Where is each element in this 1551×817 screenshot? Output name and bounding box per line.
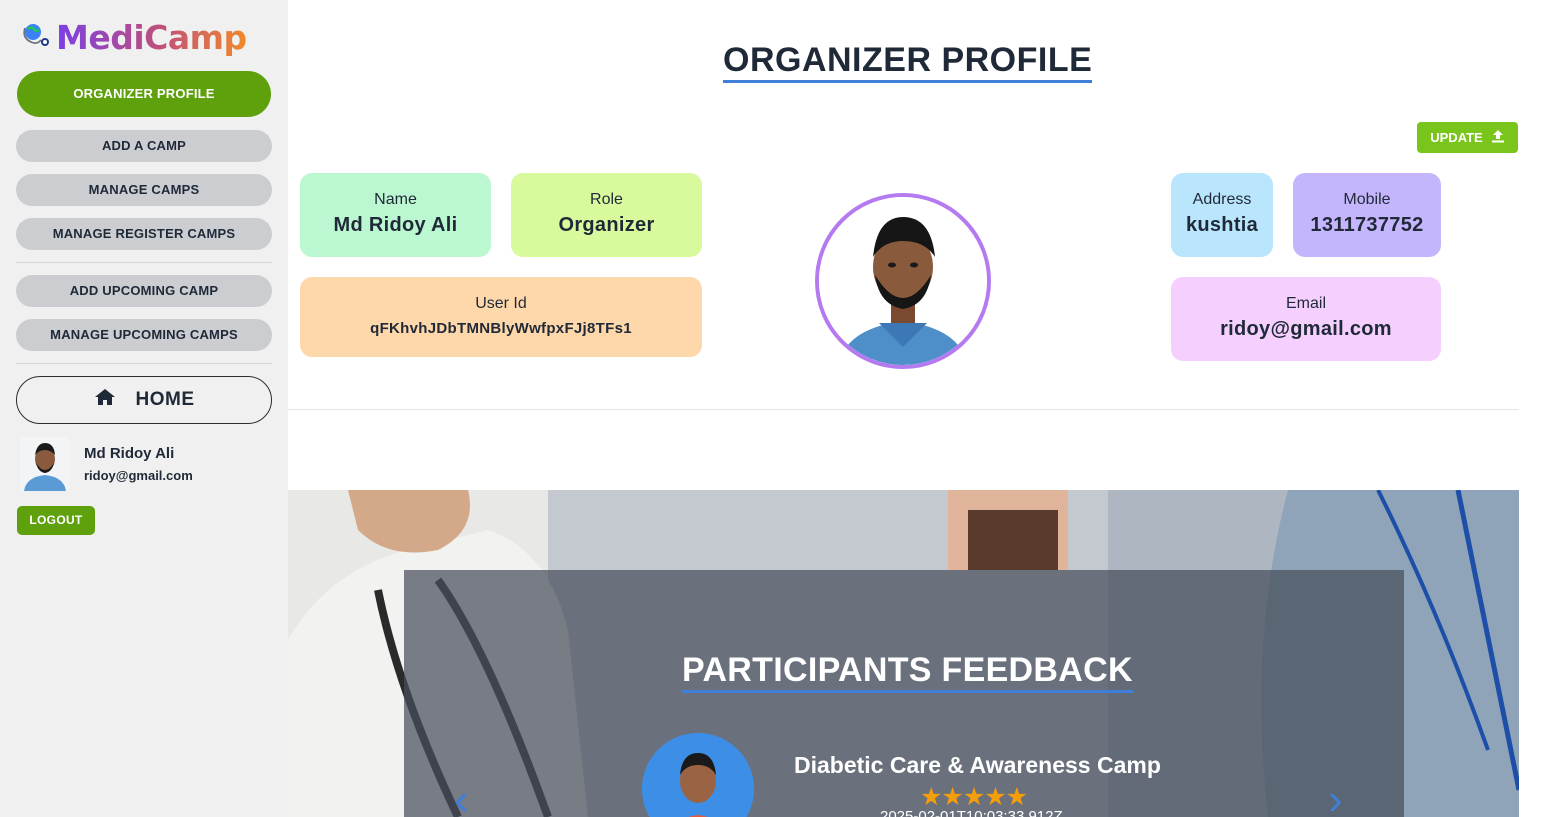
update-label: UPDATE [1430, 130, 1483, 145]
mobile-value: 1311737752 [1310, 214, 1424, 236]
user-id-card: User Id qFKhvhJDbTMNBlyWwfpxFJj8TFs1 [300, 277, 702, 357]
sidebar-item-manage-camps[interactable]: MANAGE CAMPS [16, 174, 272, 206]
sidebar-item-organizer-profile[interactable]: ORGANIZER PROFILE [17, 71, 271, 117]
role-value: Organizer [558, 214, 655, 236]
logout-button[interactable]: LOGOUT [17, 506, 95, 535]
user-email: ridoy@gmail.com [84, 468, 193, 483]
feedback-title: PARTICIPANTS FEEDBACK [682, 650, 1133, 693]
address-label: Address [1192, 191, 1252, 208]
feedback-date: 2025-02-01T10:03:33.912Z [880, 808, 1063, 817]
user-summary: Md Ridoy Ali ridoy@gmail.com [20, 437, 193, 491]
avatar [20, 437, 70, 491]
role-label: Role [590, 191, 623, 208]
profile-photo [815, 193, 991, 369]
sidebar-divider [16, 262, 272, 263]
stethoscope-globe-icon [18, 20, 54, 56]
name-card: Name Md Ridoy Ali [300, 173, 491, 257]
sidebar-item-manage-register-camps[interactable]: MANAGE REGISTER CAMPS [16, 218, 272, 250]
sidebar-item-manage-upcoming-camps[interactable]: MANAGE UPCOMING CAMPS [16, 319, 272, 351]
carousel-next-icon[interactable]: › [1328, 778, 1343, 817]
sidebar: MediCamp ORGANIZER PROFILE ADD A CAMP MA… [0, 0, 288, 817]
user-name: Md Ridoy Ali [84, 445, 175, 462]
carousel-prev-icon[interactable]: ‹ [454, 778, 469, 817]
home-icon [94, 388, 116, 412]
role-card: Role Organizer [511, 173, 702, 257]
sidebar-item-add-camp[interactable]: ADD A CAMP [16, 130, 272, 162]
logo[interactable]: MediCamp [18, 18, 247, 58]
upload-icon [1491, 129, 1505, 146]
email-card: Email ridoy@gmail.com [1171, 277, 1441, 361]
page-title: ORGANIZER PROFILE [723, 40, 1093, 83]
email-label: Email [1285, 295, 1326, 312]
feedback-camp-name: Diabetic Care & Awareness Camp [794, 752, 1161, 778]
home-button[interactable]: HOME [16, 376, 272, 424]
update-button[interactable]: UPDATE [1417, 122, 1518, 153]
sidebar-divider [16, 363, 272, 364]
address-value: kushtia [1185, 214, 1259, 236]
mobile-label: Mobile [1343, 191, 1391, 208]
home-label: HOME [135, 389, 195, 410]
address-card: Address kushtia [1171, 173, 1273, 257]
email-value: ridoy@gmail.com [1220, 318, 1392, 340]
name-label: Name [374, 191, 417, 208]
sidebar-item-add-upcoming-camp[interactable]: ADD UPCOMING CAMP [16, 275, 272, 307]
user-id-label: User Id [475, 295, 527, 312]
mobile-card: Mobile 1311737752 [1293, 173, 1441, 257]
name-value: Md Ridoy Ali [333, 214, 458, 236]
logo-text: MediCamp [56, 18, 247, 57]
user-id-value: qFKhvhJDbTMNBlyWwfpxFJj8TFs1 [370, 320, 632, 337]
section-divider [288, 409, 1519, 410]
feedback-banner: PARTICIPANTS FEEDBACK Diabetic Care & Aw… [288, 490, 1519, 817]
feedback-overlay [404, 570, 1404, 817]
